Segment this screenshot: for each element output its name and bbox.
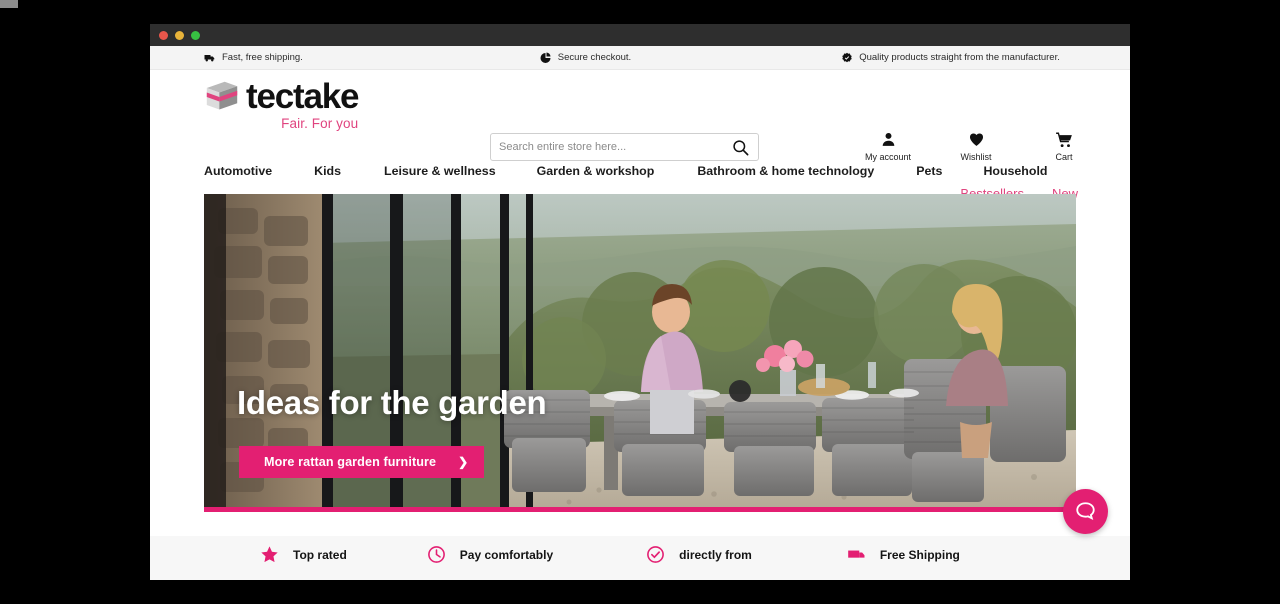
header-utilities: My account Wishlist Cart xyxy=(862,130,1090,162)
browser-window: Fast, free shipping. Secure checkout. Qu… xyxy=(150,24,1130,580)
trust-label: Secure checkout. xyxy=(557,52,632,63)
truck-icon xyxy=(204,54,215,61)
search-bar[interactable] xyxy=(490,133,759,161)
feature-label: Top rated xyxy=(293,547,347,562)
pie-chart-icon xyxy=(540,52,551,63)
chat-support-button[interactable] xyxy=(1063,489,1108,534)
site-logo[interactable]: tectake Fair. For you xyxy=(204,77,359,131)
logo-wordmark: tectake xyxy=(246,77,359,116)
nav-item-bathroom-home-technology[interactable]: Bathroom & home technology xyxy=(697,164,874,178)
feature-directly-from: directly from xyxy=(646,545,752,564)
site-header: tectake Fair. For you Search entire stor… xyxy=(150,70,1130,201)
feature-pay-comfortably: Pay comfortably xyxy=(427,545,553,564)
zoom-window-button[interactable] xyxy=(191,30,200,40)
feature-label: Free Shipping xyxy=(879,547,960,562)
clock-icon xyxy=(427,546,445,563)
chat-bubble-icon xyxy=(1076,502,1095,521)
cart-label: Cart xyxy=(1055,152,1073,162)
user-icon xyxy=(880,130,897,149)
nav-item-automotive[interactable]: Automotive xyxy=(204,164,272,178)
feature-top-rated: Top rated xyxy=(260,545,347,564)
star-icon xyxy=(261,546,278,563)
feature-free-shipping: Free Shipping xyxy=(847,545,960,564)
trust-bar: Fast, free shipping. Secure checkout. Qu… xyxy=(150,46,1130,70)
close-window-button[interactable] xyxy=(159,30,168,40)
trust-item-shipping: Fast, free shipping. xyxy=(204,52,303,64)
feature-strip-wrap: Top rated Pay comfortably directly from … xyxy=(150,536,1130,580)
my-account-label: My account xyxy=(864,152,912,162)
desktop-background: Fast, free shipping. Secure checkout. Qu… xyxy=(0,0,1280,604)
page-viewport: Fast, free shipping. Secure checkout. Qu… xyxy=(150,46,1130,580)
feature-label: Pay comfortably xyxy=(459,547,554,562)
hero-cta-button[interactable]: More rattan garden furniture ❯ xyxy=(239,446,485,478)
hero-slider-indicator[interactable] xyxy=(204,507,1076,512)
search-icon[interactable] xyxy=(731,138,750,157)
nav-item-leisure-wellness[interactable]: Leisure & wellness xyxy=(384,164,496,178)
minimize-window-button[interactable] xyxy=(175,30,184,40)
nav-item-garden-workshop[interactable]: Garden & workshop xyxy=(537,164,655,178)
cart-button[interactable]: Cart xyxy=(1038,130,1090,162)
hero-title: Ideas for the garden xyxy=(237,384,547,421)
trust-label: Fast, free shipping. xyxy=(222,52,303,63)
trust-item-quality: Quality products straight from the manuf… xyxy=(841,52,1060,64)
feature-label: directly from xyxy=(679,547,752,562)
hero-cta-label: More rattan garden furniture xyxy=(264,455,437,469)
window-titlebar xyxy=(150,24,1130,46)
search-input[interactable] xyxy=(499,141,731,153)
check-circle-icon xyxy=(647,546,665,563)
tectake-cube-icon xyxy=(206,81,238,110)
badge-check-icon xyxy=(842,52,852,62)
heart-icon xyxy=(968,130,985,149)
trust-label: Quality products straight from the manuf… xyxy=(859,52,1060,63)
cart-icon xyxy=(1055,130,1073,149)
screen-artifact xyxy=(0,0,18,8)
wishlist-label: Wishlist xyxy=(960,152,992,162)
nav-item-pets[interactable]: Pets xyxy=(916,164,942,178)
nav-item-kids[interactable]: Kids xyxy=(314,164,341,178)
feature-strip: Top rated Pay comfortably directly from … xyxy=(204,536,1076,580)
shipping-box-icon xyxy=(848,550,865,558)
logo-tagline: Fair. For you xyxy=(281,116,359,131)
my-account-button[interactable]: My account xyxy=(862,130,914,162)
trust-item-checkout: Secure checkout. xyxy=(540,52,631,64)
hero-banner[interactable]: Ideas for the garden More rattan garden … xyxy=(204,194,1076,507)
wishlist-button[interactable]: Wishlist xyxy=(950,130,1002,162)
hero-section: Ideas for the garden More rattan garden … xyxy=(150,194,1130,512)
nav-item-household[interactable]: Household xyxy=(983,164,1047,178)
chevron-right-icon: ❯ xyxy=(458,455,469,469)
